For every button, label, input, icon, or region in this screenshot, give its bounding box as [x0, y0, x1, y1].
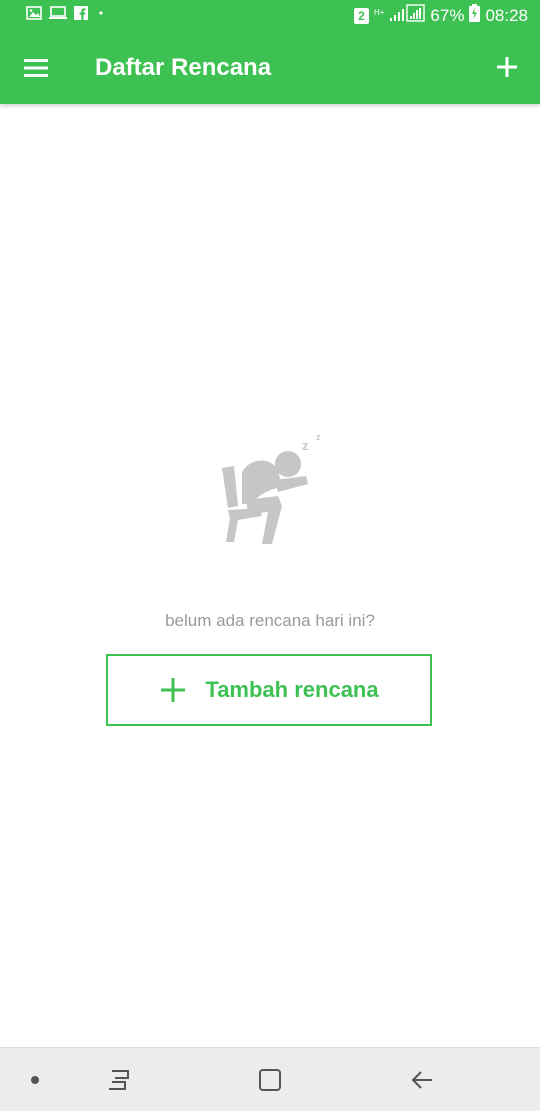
battery-icon — [469, 4, 481, 27]
back-icon[interactable] — [394, 1048, 450, 1111]
add-plan-label: Tambah rencana — [205, 677, 379, 702]
add-plan-button[interactable]: Tambah rencana — [106, 654, 432, 726]
signal-icon — [389, 4, 426, 27]
sleeping-person-icon: z z — [216, 430, 328, 550]
network-type: H+ — [373, 7, 385, 17]
sim-badge: 2 — [353, 7, 369, 24]
plus-icon — [159, 676, 187, 704]
nav-dot-icon[interactable] — [14, 1048, 56, 1111]
system-nav-bar — [0, 1047, 540, 1111]
gallery-icon — [26, 6, 42, 25]
add-plan-plus-icon[interactable] — [494, 54, 520, 80]
home-icon[interactable] — [242, 1048, 298, 1111]
app-bar: Daftar Rencana — [0, 32, 540, 104]
recent-apps-icon[interactable] — [92, 1048, 148, 1111]
screen-icon — [48, 6, 68, 25]
battery-percent: 67% — [430, 5, 465, 25]
facebook-icon — [74, 6, 88, 25]
status-right-icons: 2 H+ 67% 08:28 — [353, 4, 528, 27]
svg-text:z: z — [316, 432, 321, 442]
hamburger-menu-icon[interactable] — [22, 56, 50, 80]
empty-state-message: belum ada rencana hari ini? — [165, 611, 375, 630]
clock: 08:28 — [485, 5, 528, 25]
page-title: Daftar Rencana — [95, 54, 272, 81]
status-left-icons — [26, 6, 108, 25]
status-bar: 2 H+ 67% 08:28 — [0, 0, 540, 32]
svg-text:z: z — [302, 438, 309, 453]
dot-icon — [94, 6, 108, 25]
